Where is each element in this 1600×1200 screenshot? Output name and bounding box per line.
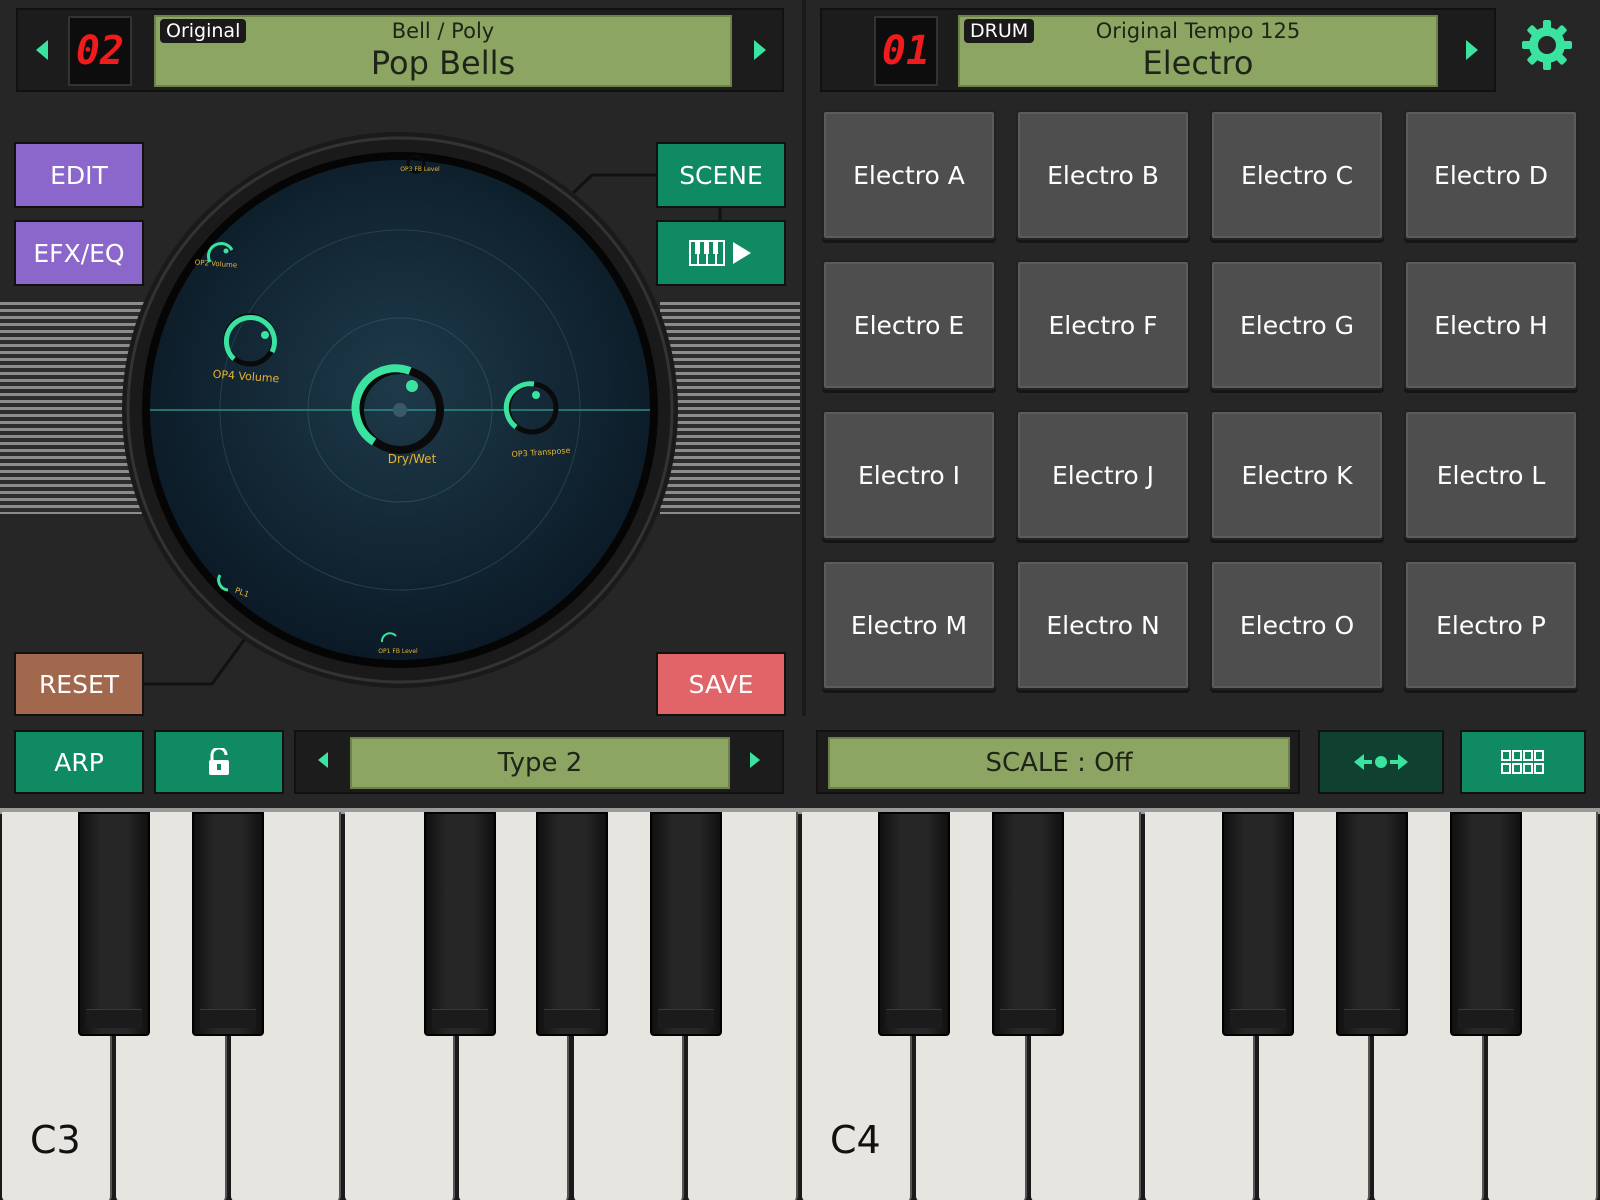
drum-pad-f[interactable]: Electro F — [1016, 260, 1190, 390]
piano-keyboard: C3 C4 — [0, 808, 1600, 1200]
drum-pad-a[interactable]: Electro A — [822, 110, 996, 240]
panel-divider — [802, 0, 806, 716]
arp-type-lcd[interactable]: Type 2 — [350, 737, 730, 789]
expand-button[interactable] — [1318, 730, 1444, 794]
lock-icon — [209, 748, 229, 775]
drum-pad-n[interactable]: Electro N — [1016, 560, 1190, 690]
black-key-d-sharp3[interactable] — [192, 812, 264, 1036]
kit-lcd[interactable]: DRUM Original Tempo 125 Electro — [958, 15, 1438, 87]
kit-number-display: 01 — [874, 16, 938, 86]
pad-grid-button[interactable] — [1460, 730, 1586, 794]
scene-button[interactable]: SCENE — [656, 142, 786, 208]
knob-label-op3-fb-level: OP3 FB Level — [400, 166, 440, 173]
key-label-c4: C4 — [830, 1118, 881, 1162]
save-button[interactable]: SAVE — [656, 652, 786, 716]
drum-pad-e[interactable]: Electro E — [822, 260, 996, 390]
scene-play-button[interactable] — [656, 220, 786, 286]
drum-pad-b[interactable]: Electro B — [1016, 110, 1190, 240]
piano-play-icon — [689, 240, 751, 266]
arp-button[interactable]: ARP — [14, 730, 144, 794]
scale-selector: SCALE : Off — [816, 730, 1300, 794]
drum-pad-p[interactable]: Electro P — [1404, 560, 1578, 690]
grid-icon — [1501, 750, 1544, 774]
drum-pad-g[interactable]: Electro G — [1210, 260, 1384, 390]
drum-pad-h[interactable]: Electro H — [1404, 260, 1578, 390]
scene-pad[interactable] — [120, 130, 680, 690]
black-key-f-sharp4[interactable] — [1222, 812, 1294, 1036]
key-label-c3: C3 — [30, 1118, 81, 1162]
black-key-d-sharp4[interactable] — [992, 812, 1064, 1036]
black-key-c-sharp4[interactable] — [878, 812, 950, 1036]
kit-category: Original Tempo 125 — [1095, 19, 1301, 43]
drum-pad-l[interactable]: Electro L — [1404, 410, 1578, 540]
drum-pad-k[interactable]: Electro K — [1210, 410, 1384, 540]
gear-icon[interactable] — [1520, 18, 1574, 72]
knob-label-op1-fb-level: OP1 FB Level — [378, 648, 418, 655]
drum-pad-j[interactable]: Electro J — [1016, 410, 1190, 540]
black-key-a-sharp4[interactable] — [1450, 812, 1522, 1036]
drum-pad-c[interactable]: Electro C — [1210, 110, 1384, 240]
kit-name: Electro — [1142, 44, 1254, 82]
drum-pad-d[interactable]: Electro D — [1404, 110, 1578, 240]
drum-pad-o[interactable]: Electro O — [1210, 560, 1384, 690]
arrows-center-icon — [1354, 754, 1408, 770]
drum-kit-header: 01 DRUM Original Tempo 125 Electro — [820, 8, 1496, 92]
black-key-g-sharp3[interactable] — [536, 812, 608, 1036]
efx-eq-button[interactable]: EFX/EQ — [14, 220, 144, 286]
black-key-f-sharp3[interactable] — [424, 812, 496, 1036]
arp-type-next-arrow-icon[interactable] — [750, 752, 760, 768]
black-key-g-sharp4[interactable] — [1336, 812, 1408, 1036]
reset-button[interactable]: RESET — [14, 652, 144, 716]
arp-type-prev-arrow-icon[interactable] — [318, 752, 328, 768]
drum-pad-i[interactable]: Electro I — [822, 410, 996, 540]
next-kit-arrow-icon[interactable] — [1466, 40, 1478, 60]
scale-lcd[interactable]: SCALE : Off — [828, 737, 1290, 789]
knob-label-dry-wet: Dry/Wet — [387, 452, 437, 466]
edit-button[interactable]: EDIT — [14, 142, 144, 208]
drum-pad-m[interactable]: Electro M — [822, 560, 996, 690]
black-key-c-sharp3[interactable] — [78, 812, 150, 1036]
arp-lock-button[interactable] — [154, 730, 284, 794]
arp-type-selector: Type 2 — [294, 730, 784, 794]
black-key-a-sharp3[interactable] — [650, 812, 722, 1036]
